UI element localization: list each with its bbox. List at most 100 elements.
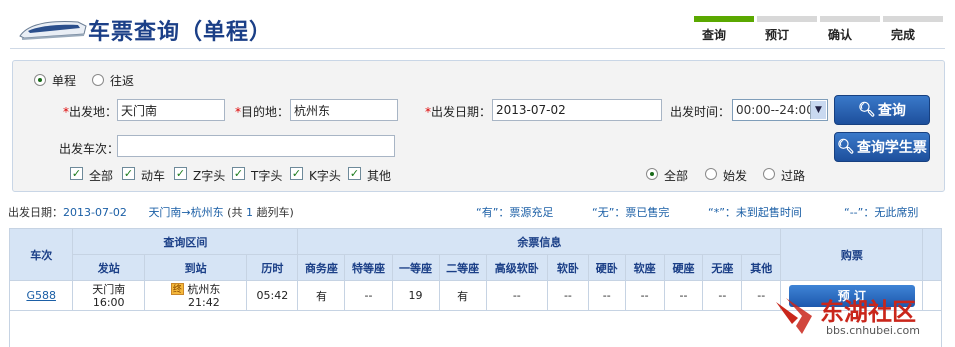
to-label: *目的地： [235,103,289,120]
time-select-value: 00:00--24:00 [736,103,814,117]
depart-station: 天门南 [92,282,126,296]
from-label: *出发地： [63,103,117,120]
step-label: 预订 [765,28,790,42]
step-confirm: 确认 [820,16,880,44]
legend-sold-out: “无”：票已售完 [592,206,670,219]
query-button-label: 查询 [877,103,906,119]
bullet-train-icon [19,21,87,40]
train-no-label: 出发车次： [59,142,120,156]
summary-count-prefix: (共 [227,206,243,219]
search-panel: 单程 往返 *出发地： *目的地： *出发日期： 出发时间： 00:00--24… [12,60,945,192]
arrive-info: 杭州东 21:42 [187,283,220,309]
filter-all-radio[interactable] [646,168,658,180]
checkbox-emu[interactable]: ✓ [122,167,135,180]
filter-origin-radio[interactable] [705,168,717,180]
header-seat-soft: 软座 [624,254,665,281]
seat-business-cell: 有 [297,280,346,311]
train-number-cell: G588 [8,280,74,311]
header-seat-standing: 无座 [702,254,743,281]
arrive-time: 21:42 [188,295,220,309]
header-depart: 发站 [72,254,145,281]
header-seat-first: 一等座 [391,254,440,281]
step-label: 完成 [891,28,916,42]
checkbox-z[interactable]: ✓ [174,167,187,180]
filter-pass-label: 过路 [781,169,806,183]
header-seat-hard-sleeper: 硬卧 [587,254,626,281]
header-train: 车次 [8,228,74,281]
summary-count: 1 [245,206,253,219]
legend-available: “有”：票源充足 [476,206,554,219]
seat-deluxe-sleeper-cell: -- [485,280,548,311]
terminal-badge-icon: 终 [170,282,184,295]
summary-count-suffix: 趟列车) [256,206,294,219]
time-select[interactable]: 00:00--24:00 ▼ [732,99,828,121]
step-label: 确认 [828,28,853,42]
seat-soft-sleeper-cell: -- [546,280,589,311]
checkbox-other[interactable]: ✓ [348,167,361,180]
checkbox-all-types[interactable]: ✓ [70,167,83,180]
arrive-cell: 终 杭州东 21:42 [143,280,248,311]
header-booking: 购票 [780,228,924,281]
step-bar [820,16,880,22]
search-icon: 🔍︎ [837,139,855,155]
site-watermark: 东湖社区 bbs.cnhubei.com [772,290,952,345]
round-trip-label: 往返 [110,74,135,88]
step-done: 完成 [883,16,943,44]
header-divider [10,48,945,49]
header-seat-business: 商务座 [297,254,346,281]
header-spacer [922,228,942,281]
donghu-logo-icon [776,298,812,334]
step-bar [883,16,943,22]
step-book: 预订 [757,16,817,44]
header-remaining: 余票信息 [297,228,782,255]
summary-date-label: 出发日期： [8,206,63,219]
to-station-input[interactable] [290,99,398,121]
header-arrive: 到站 [143,254,248,281]
date-label: *出发日期： [425,103,491,120]
page-header: 车票查询（单程） 查询 预订 确认 完成 [0,0,955,56]
filter-origin-label: 始发 [723,169,748,183]
step-label: 查询 [702,28,727,42]
header-seat-deluxe-sleeper: 高级软卧 [485,254,548,281]
round-trip-radio[interactable] [92,74,104,86]
one-way-label: 单程 [52,74,77,88]
header-interval: 查询区间 [72,228,299,255]
filter-pass-radio[interactable] [763,168,775,180]
watermark-url: bbs.cnhubei.com [826,324,920,337]
one-way-radio[interactable] [34,74,46,86]
arrive-station: 杭州东 [187,282,221,296]
step-query: 查询 [694,16,754,44]
watermark-name: 东湖社区 [820,298,916,326]
train-number-link[interactable]: G588 [26,289,56,302]
duration-cell: 05:42 [246,280,299,311]
query-button[interactable]: 🔍︎ 查询 [834,95,930,125]
seat-soft-cell: -- [624,280,665,311]
date-label-text: 出发日期： [431,105,492,119]
seat-second-cell: 有 [438,280,487,311]
filter-all-label: 全部 [664,169,689,183]
checkbox-t[interactable]: ✓ [232,167,245,180]
type-label-t: T字头 [251,169,283,183]
legend-no-seat-class: “--”：无此席别 [844,206,919,219]
summary-date: 2013-07-02 [63,206,127,219]
header-seat-second: 二等座 [438,254,487,281]
header-seat-special: 特等座 [344,254,393,281]
from-label-text: 出发地： [69,105,118,119]
step-bar [757,16,817,22]
seat-standing-cell: -- [702,280,743,311]
type-label-emu: 动车 [141,169,166,183]
train-no-input[interactable] [117,135,395,157]
summary-route: 天门南→杭州东 [148,206,224,219]
type-label-all: 全部 [89,169,114,183]
checkbox-k[interactable]: ✓ [290,167,303,180]
search-icon: 🔍︎ [858,102,876,118]
depart-cell: 天门南 16:00 [72,280,145,311]
header-seat-hard: 硬座 [663,254,704,281]
date-input[interactable] [492,99,662,121]
student-query-button-label: 查询学生票 [856,140,927,156]
type-label-z: Z字头 [193,169,226,183]
from-station-input[interactable] [117,99,225,121]
to-label-text: 目的地： [241,105,290,119]
student-query-button[interactable]: 🔍︎ 查询学生票 [834,132,930,162]
header-seat-soft-sleeper: 软卧 [546,254,589,281]
